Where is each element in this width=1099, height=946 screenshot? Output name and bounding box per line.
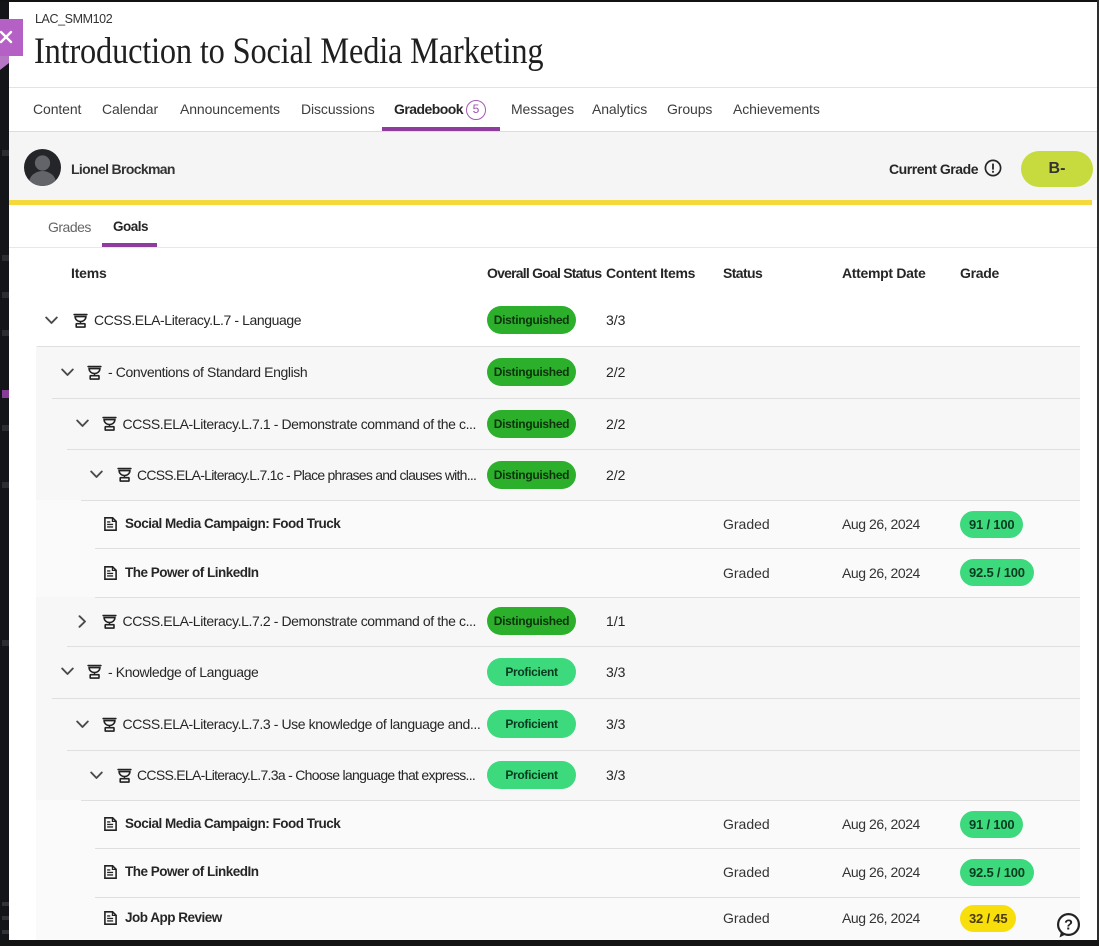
svg-text:?: ?	[1064, 918, 1073, 934]
